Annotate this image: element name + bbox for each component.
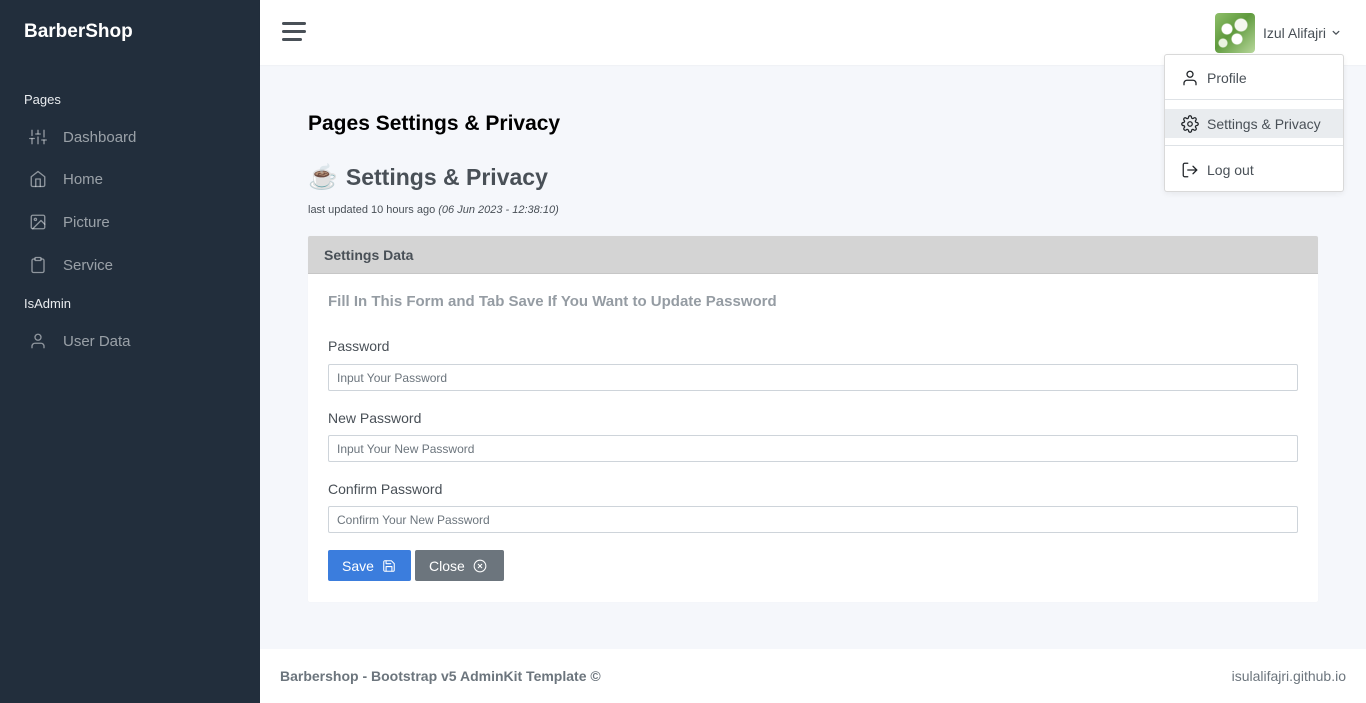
page-title: Pages Settings & Privacy (308, 112, 560, 136)
sidebar-item-picture[interactable]: Picture (0, 204, 260, 240)
user-icon (1181, 69, 1199, 87)
sidebar: BarberShop Pages Dashboard Home Picture … (0, 0, 260, 703)
sidebar-item-service[interactable]: Service (0, 247, 260, 283)
footer-link[interactable]: isulalifajri.github.io (1232, 668, 1346, 684)
new-password-input[interactable] (328, 435, 1298, 462)
sidebar-header-isadmin: IsAdmin (24, 296, 71, 311)
dropdown-item-profile[interactable]: Profile (1165, 63, 1343, 92)
save-button-label: Save (342, 557, 374, 574)
new-password-label: New Password (328, 410, 422, 426)
password-label: Password (328, 338, 390, 354)
last-updated: last updated 10 hours ago (06 Jun 2023 -… (308, 204, 559, 216)
last-updated-text: last updated 10 hours ago (308, 204, 439, 216)
settings-card: Settings Data Fill In This Form and Tab … (308, 236, 1318, 602)
card-header: Settings Data (308, 236, 1318, 274)
close-circle-icon (473, 559, 487, 573)
save-button[interactable]: Save (328, 550, 411, 581)
sidebar-item-user-data[interactable]: User Data (0, 323, 260, 359)
sidebar-item-label: Home (63, 170, 104, 188)
section-title: ☕ Settings & Privacy (308, 163, 548, 192)
log-out-icon (1181, 161, 1199, 179)
coffee-icon: ☕ (308, 164, 338, 191)
dropdown-item-label: Settings & Privacy (1207, 115, 1321, 132)
close-button[interactable]: Close (415, 550, 504, 581)
dropdown-item-settings[interactable]: Settings & Privacy (1165, 109, 1343, 138)
section-title-text: Settings & Privacy (345, 164, 548, 190)
footer: Barbershop - Bootstrap v5 AdminKit Templ… (260, 649, 1366, 703)
card-title: Fill In This Form and Tab Save If You Wa… (328, 293, 777, 310)
last-updated-date: (06 Jun 2023 - 12:38:10) (438, 204, 559, 216)
image-icon (29, 213, 47, 231)
sidebar-header-pages: Pages (24, 92, 61, 107)
dropdown-item-label: Profile (1207, 69, 1247, 86)
dropdown-item-logout[interactable]: Log out (1165, 155, 1343, 184)
user-menu-toggle[interactable]: Izul Alifajri (1214, 13, 1340, 53)
save-icon (382, 559, 396, 573)
user-name: Izul Alifajri (1262, 25, 1326, 41)
gear-icon (1181, 114, 1199, 133)
password-input[interactable] (328, 364, 1298, 391)
home-icon (29, 170, 47, 188)
sidebar-item-label: Service (63, 256, 114, 274)
dropdown-divider (1165, 145, 1343, 146)
sidebar-item-label: Dashboard (63, 128, 137, 146)
dropdown-divider (1165, 99, 1343, 100)
dropdown-item-label: Log out (1207, 161, 1254, 178)
confirm-password-input[interactable] (328, 506, 1298, 533)
sidebar-toggle-icon[interactable] (282, 22, 306, 42)
footer-copyright: Barbershop - Bootstrap v5 AdminKit Templ… (280, 668, 601, 684)
chevron-down-icon (1332, 29, 1340, 37)
page-title-rest: Settings & Privacy (369, 112, 561, 135)
confirm-password-label: Confirm Password (328, 481, 443, 497)
user-icon (29, 332, 47, 350)
sidebar-item-label: User Data (63, 332, 131, 350)
sliders-icon (29, 128, 47, 146)
user-dropdown-menu: Profile Settings & Privacy Log out (1164, 54, 1344, 192)
clipboard-icon (29, 256, 47, 274)
page-title-bold: Pages (308, 112, 370, 135)
sidebar-item-label: Picture (63, 213, 110, 231)
sidebar-item-home[interactable]: Home (0, 161, 260, 197)
brand-logo[interactable]: BarberShop (24, 21, 133, 43)
sidebar-item-dashboard[interactable]: Dashboard (0, 119, 260, 155)
close-button-label: Close (429, 557, 465, 574)
avatar (1214, 13, 1255, 53)
